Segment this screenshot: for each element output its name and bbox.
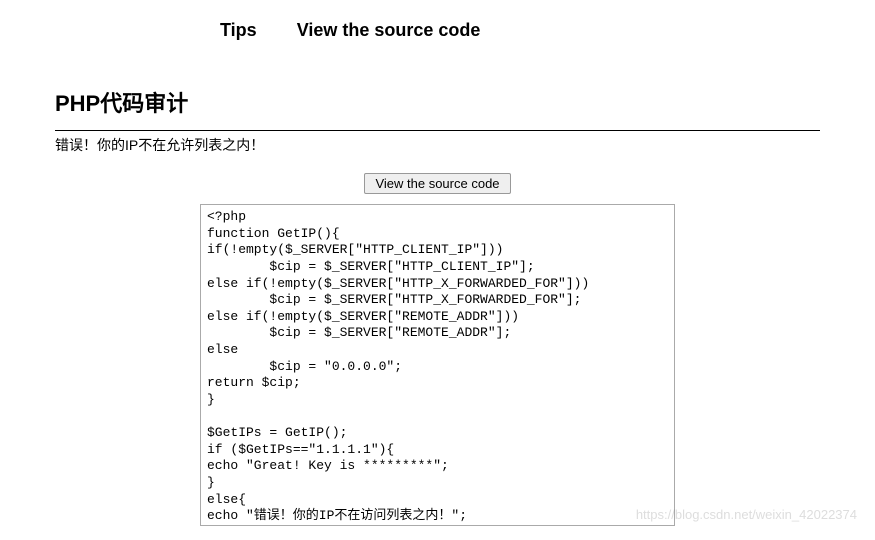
error-message: 错误！你的IP不在允许列表之内！: [55, 135, 820, 155]
button-container: View the source code: [55, 173, 820, 194]
nav-tips[interactable]: Tips: [220, 20, 257, 41]
source-code-box: <?php function GetIP(){ if(!empty($_SERV…: [200, 204, 675, 526]
main-content: PHP代码审计 错误！你的IP不在允许列表之内！ View the source…: [0, 86, 875, 526]
title-divider: [55, 130, 820, 131]
nav-view-source[interactable]: View the source code: [297, 20, 481, 41]
top-nav: Tips View the source code: [0, 0, 875, 61]
view-source-button[interactable]: View the source code: [364, 173, 510, 194]
page-title: PHP代码审计: [55, 86, 820, 118]
